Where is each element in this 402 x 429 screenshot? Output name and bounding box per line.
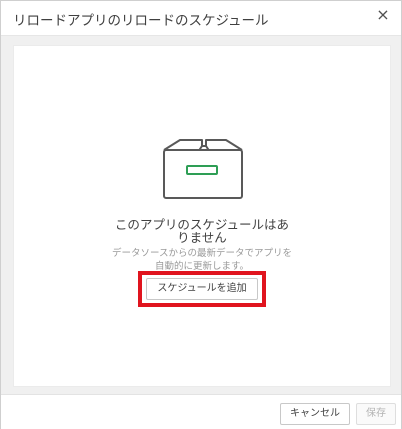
- empty-state-title: このアプリのスケジュールはありません: [14, 218, 390, 244]
- empty-state-description: データソースからの最新データでアプリを自動的に更新します。: [14, 247, 390, 273]
- close-icon[interactable]: ×: [375, 7, 391, 23]
- cancel-button[interactable]: キャンセル: [280, 403, 350, 425]
- dialog-footer: キャンセル 保存: [1, 394, 401, 429]
- save-button[interactable]: 保存: [356, 403, 396, 425]
- dialog-header: リロードアプリのリロードのスケジュール ×: [1, 1, 401, 36]
- empty-state-description-text: データソースからの最新データでアプリを自動的に更新します。: [111, 248, 293, 272]
- empty-state-panel: このアプリのスケジュールはありません データソースからの最新データでアプリを自動…: [13, 45, 391, 387]
- dialog-body: このアプリのスケジュールはありません データソースからの最新データでアプリを自動…: [1, 36, 401, 394]
- empty-state-title-text: このアプリのスケジュールはありません: [114, 217, 290, 245]
- reload-schedule-dialog: リロードアプリのリロードのスケジュール × このアプリのスケジュールはありません…: [0, 0, 402, 429]
- dialog-title: リロードアプリのリロードのスケジュール: [13, 13, 269, 29]
- empty-box-icon: [163, 139, 243, 199]
- add-schedule-button[interactable]: スケジュールを追加: [146, 278, 258, 300]
